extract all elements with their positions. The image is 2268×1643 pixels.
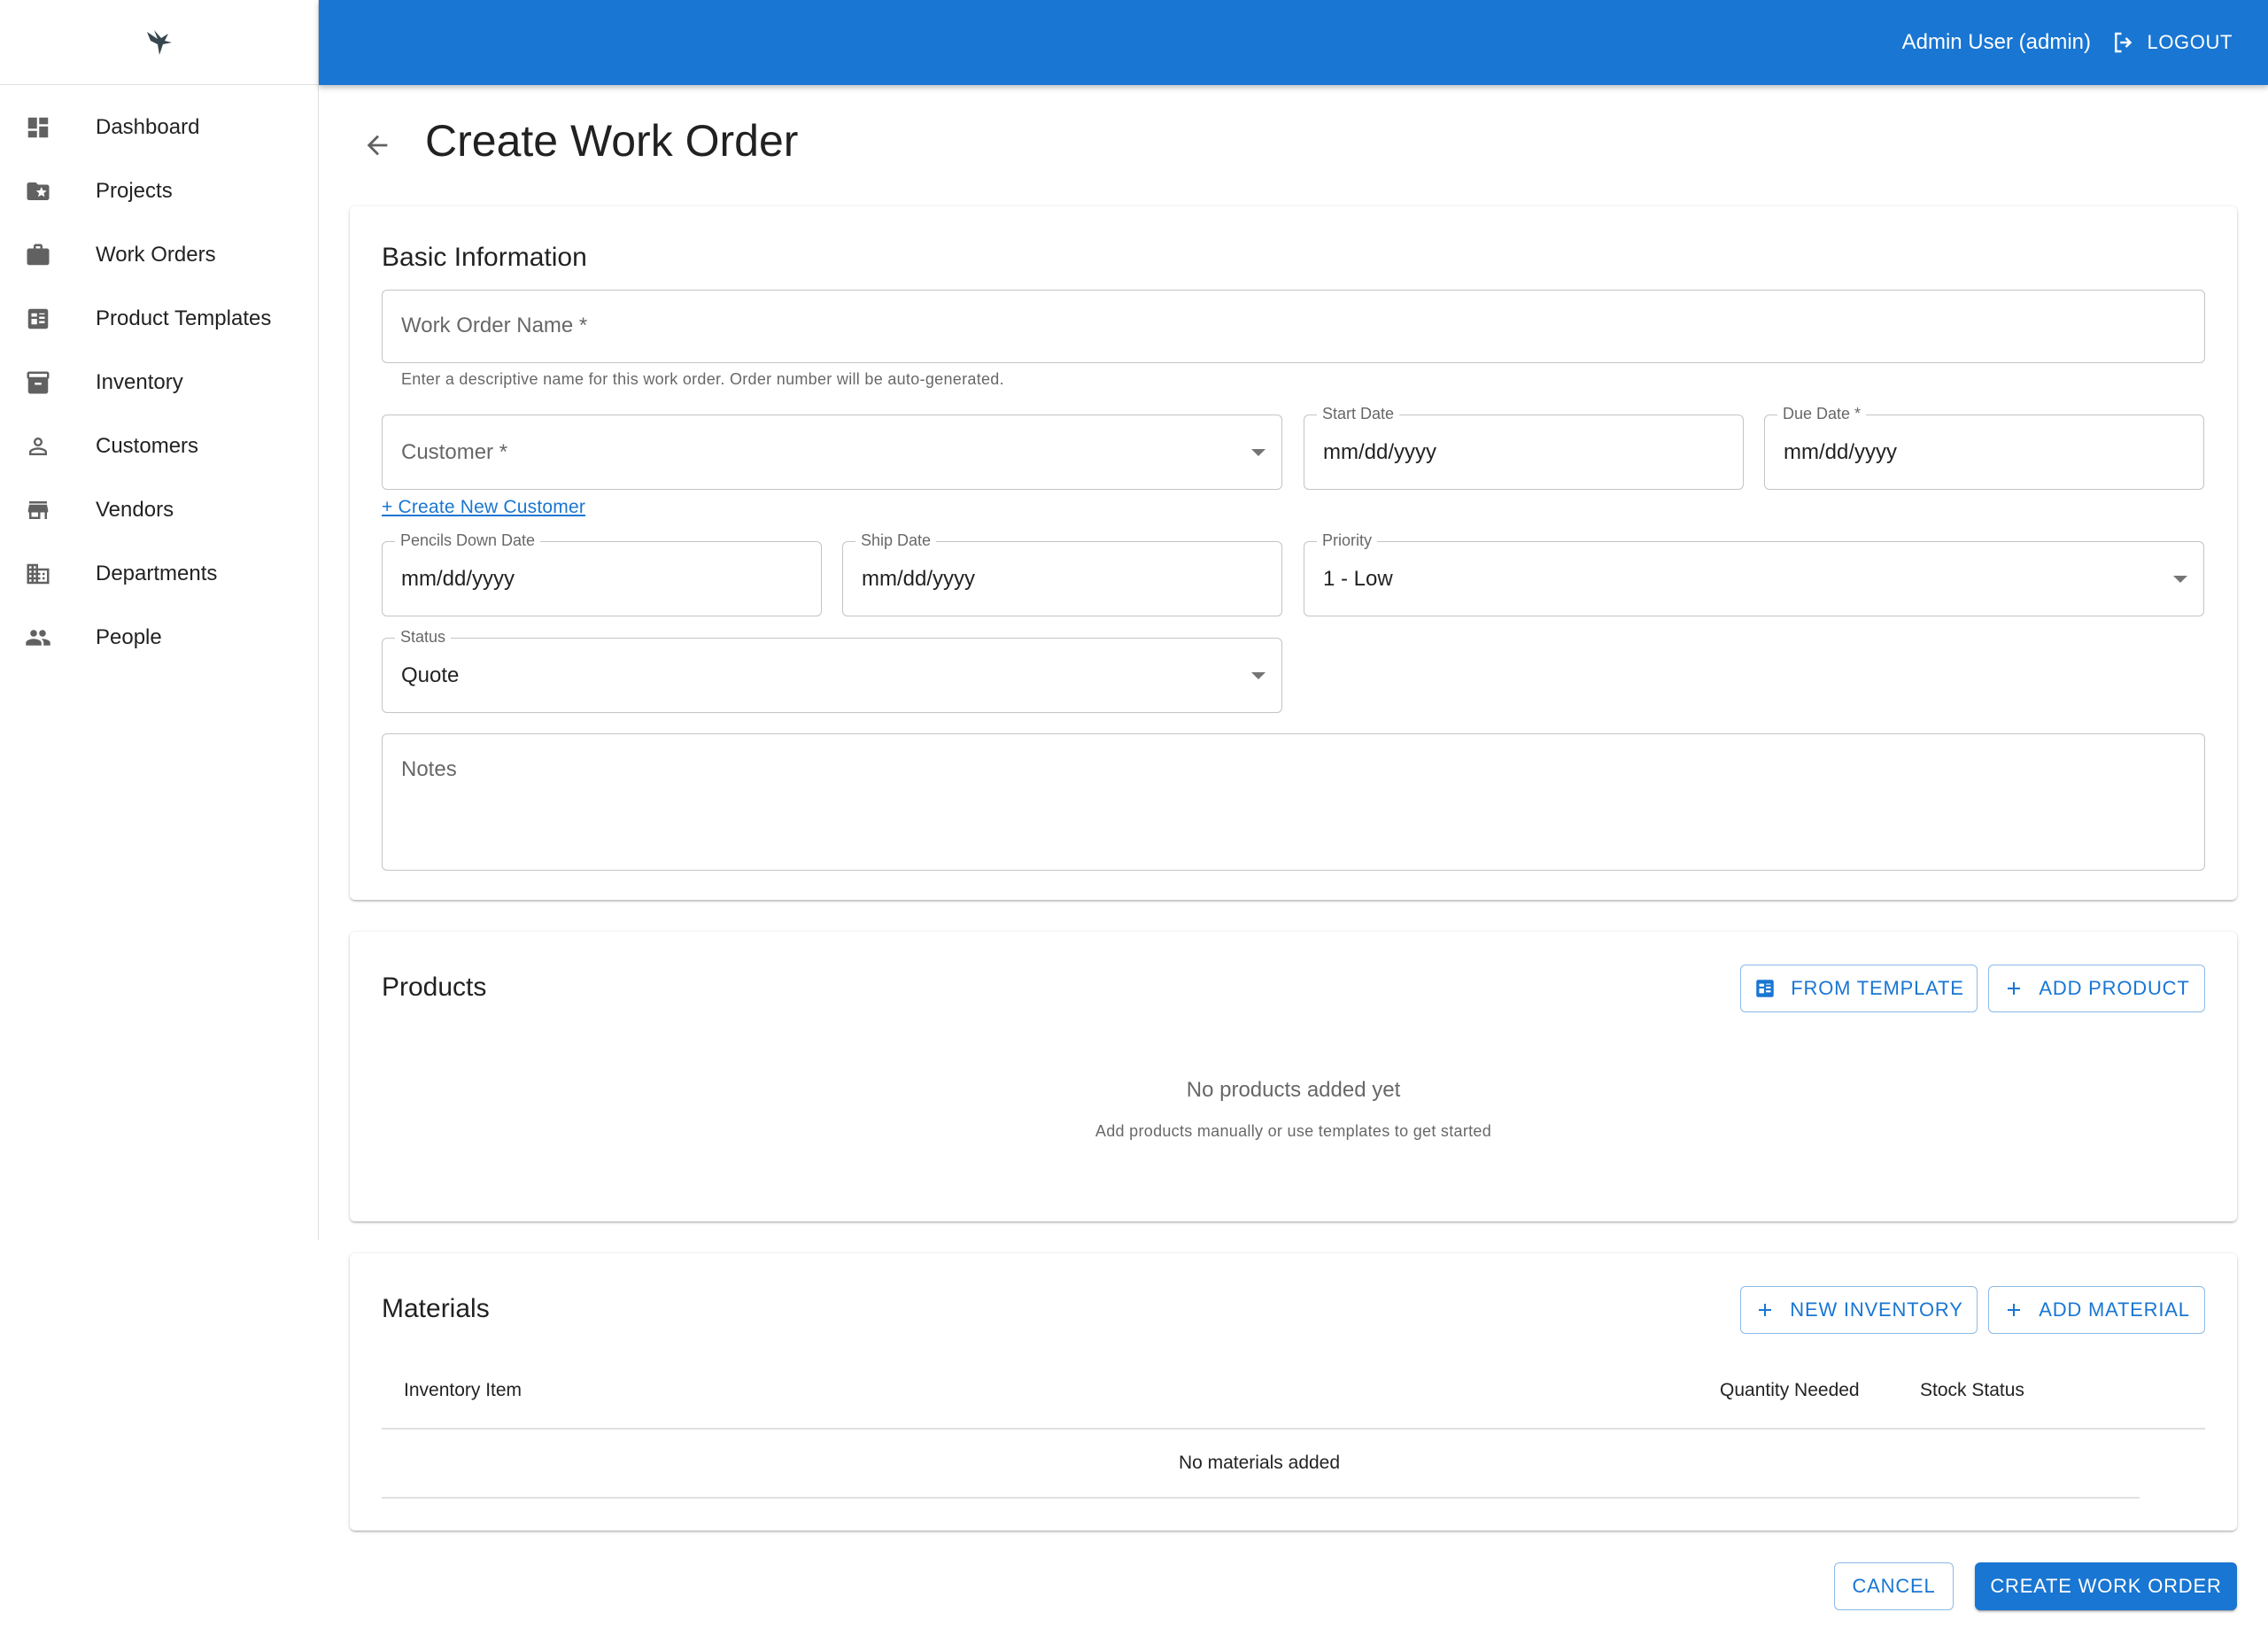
logout-label: LOGOUT	[2147, 31, 2233, 53]
sidebar-item-product-templates[interactable]: Product Templates	[0, 287, 317, 351]
products-card: Products FROM TEMPLATE ADD PRODUCT No pr…	[350, 932, 2237, 1221]
ship-date-value: mm/dd/yyyy	[862, 567, 976, 591]
plus-icon	[2003, 978, 2024, 999]
sidebar-item-label: Vendors	[96, 498, 174, 522]
column-header-inventory-item: Inventory Item	[404, 1380, 522, 1400]
dropdown-arrow-icon	[1251, 671, 1266, 679]
add-material-label: ADD MATERIAL	[2039, 1298, 2190, 1321]
current-user-label: Admin User (admin)	[1901, 30, 2091, 54]
sidebar-item-vendors[interactable]: Vendors	[0, 478, 317, 542]
sidebar-item-label: People	[96, 625, 162, 649]
start-date-value: mm/dd/yyyy	[1323, 440, 1437, 464]
priority-label: Priority	[1317, 531, 1378, 550]
status-select[interactable]: Status Quote	[382, 628, 1282, 713]
people-icon	[23, 623, 53, 653]
top-app-bar: Admin User (admin) LOGOUT	[319, 0, 2268, 85]
table-divider	[382, 1497, 2140, 1499]
new-inventory-button[interactable]: NEW INVENTORY	[1740, 1286, 1978, 1334]
pencils-down-date-field[interactable]: Pencils Down Date mm/dd/yyyy	[382, 531, 822, 616]
app-logo[interactable]	[0, 0, 318, 85]
ship-date-field[interactable]: Ship Date mm/dd/yyyy	[842, 531, 1282, 616]
sidebar: Dashboard Projects Work Orders Product T…	[0, 0, 319, 1240]
template-list-icon	[1753, 977, 1776, 1000]
pencils-down-date-label: Pencils Down Date	[395, 531, 541, 550]
add-product-button[interactable]: ADD PRODUCT	[1988, 965, 2205, 1012]
add-material-button[interactable]: ADD MATERIAL	[1988, 1286, 2205, 1334]
work-order-name-field[interactable]: Work Order Name *	[382, 290, 2205, 363]
status-label: Status	[395, 628, 452, 647]
section-title: Materials	[382, 1294, 490, 1323]
customer-placeholder: Customer *	[401, 440, 508, 464]
column-header-stock-status: Stock Status	[1920, 1380, 2024, 1400]
page-title: Create Work Order	[425, 116, 799, 166]
template-list-icon	[23, 304, 53, 334]
dropdown-arrow-icon	[1251, 448, 1266, 456]
start-date-label: Start Date	[1317, 405, 1400, 423]
briefcase-icon	[23, 240, 53, 270]
column-header-quantity-needed: Quantity Needed	[1720, 1380, 1860, 1400]
sidebar-item-customers[interactable]: Customers	[0, 415, 317, 478]
from-template-button[interactable]: FROM TEMPLATE	[1740, 965, 1978, 1012]
work-order-name-placeholder: Work Order Name *	[401, 314, 588, 337]
plus-icon	[1754, 1299, 1776, 1321]
priority-value: 1 - Low	[1323, 567, 1393, 591]
bird-logo-icon	[146, 29, 172, 55]
dashboard-icon	[23, 112, 53, 143]
create-work-order-button[interactable]: CREATE WORK ORDER	[1975, 1562, 2237, 1610]
create-new-customer-link[interactable]: + Create New Customer	[382, 497, 585, 518]
materials-card: Materials NEW INVENTORY ADD MATERIAL Inv…	[350, 1253, 2237, 1531]
from-template-label: FROM TEMPLATE	[1791, 977, 1964, 999]
inventory-box-icon	[23, 368, 53, 398]
arrow-back-icon	[362, 130, 392, 160]
logout-icon	[2110, 29, 2137, 56]
sidebar-item-departments[interactable]: Departments	[0, 542, 317, 606]
customer-select[interactable]: Customer *	[382, 415, 1282, 490]
ship-date-label: Ship Date	[855, 531, 937, 550]
products-empty-title: No products added yet	[1186, 1078, 1401, 1102]
cancel-button[interactable]: CANCEL	[1834, 1562, 1954, 1610]
cancel-label: CANCEL	[1852, 1575, 1936, 1597]
due-date-value: mm/dd/yyyy	[1784, 440, 1898, 464]
sidebar-item-projects[interactable]: Projects	[0, 159, 317, 223]
building-icon	[23, 559, 53, 589]
priority-select[interactable]: Priority 1 - Low	[1304, 531, 2204, 616]
create-work-order-label: CREATE WORK ORDER	[1990, 1575, 2222, 1597]
sidebar-item-inventory[interactable]: Inventory	[0, 351, 317, 415]
person-icon	[23, 431, 53, 461]
sidebar-item-label: Customers	[96, 434, 199, 458]
storefront-icon	[23, 495, 53, 525]
sidebar-item-people[interactable]: People	[0, 606, 317, 670]
sidebar-item-label: Departments	[96, 562, 218, 585]
new-inventory-label: NEW INVENTORY	[1790, 1298, 1963, 1321]
due-date-field[interactable]: Due Date * mm/dd/yyyy	[1764, 405, 2204, 490]
products-empty-subtitle: Add products manually or use templates t…	[1095, 1122, 1492, 1140]
sidebar-item-label: Dashboard	[96, 115, 200, 139]
due-date-label: Due Date *	[1777, 405, 1867, 423]
materials-empty-text: No materials added	[1178, 1453, 1341, 1473]
sidebar-item-label: Inventory	[96, 370, 183, 394]
status-value: Quote	[401, 663, 460, 687]
sidebar-item-label: Product Templates	[96, 306, 272, 330]
sidebar-item-label: Projects	[96, 179, 173, 203]
pencils-down-date-value: mm/dd/yyyy	[401, 567, 515, 591]
logout-button[interactable]: LOGOUT	[2102, 21, 2242, 64]
notes-textarea[interactable]: Notes	[382, 733, 2205, 871]
add-product-label: ADD PRODUCT	[2039, 977, 2190, 999]
sidebar-item-dashboard[interactable]: Dashboard	[0, 96, 317, 159]
work-order-name-helper: Enter a descriptive name for this work o…	[401, 370, 1004, 388]
dropdown-arrow-icon	[2173, 575, 2187, 583]
back-button[interactable]	[358, 126, 397, 165]
folder-star-icon	[23, 176, 53, 206]
table-divider	[382, 1428, 2205, 1430]
plus-icon	[2003, 1299, 2024, 1321]
start-date-field[interactable]: Start Date mm/dd/yyyy	[1304, 405, 1744, 490]
notes-placeholder: Notes	[401, 757, 457, 781]
sidebar-item-work-orders[interactable]: Work Orders	[0, 223, 317, 287]
section-title: Products	[382, 973, 487, 1002]
sidebar-item-label: Work Orders	[96, 243, 216, 267]
basic-information-card: Basic Information Work Order Name * Ente…	[350, 206, 2237, 900]
section-title: Basic Information	[382, 243, 587, 272]
